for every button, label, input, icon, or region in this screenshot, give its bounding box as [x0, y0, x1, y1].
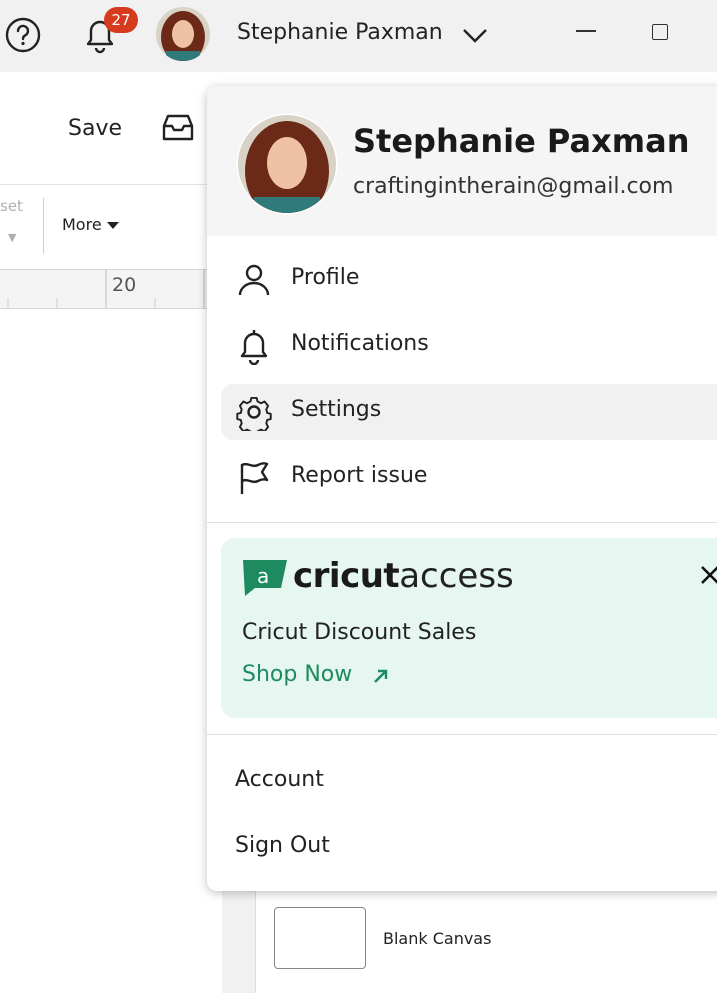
- cricut-access-promo[interactable]: a cricutaccess Cricut Discount Sales Sho…: [221, 538, 717, 718]
- help-icon[interactable]: [4, 16, 42, 54]
- ruler-number: 20: [112, 274, 137, 296]
- toolbar-divider: [43, 198, 44, 254]
- menu-item-sign-out[interactable]: Sign Out: [235, 833, 330, 858]
- menu-item-label: Report issue: [291, 463, 428, 488]
- blank-canvas-thumbnail[interactable]: [274, 907, 366, 969]
- close-icon[interactable]: [699, 564, 717, 586]
- notification-count-badge: 27: [104, 7, 138, 33]
- shop-now-link[interactable]: Shop Now: [242, 662, 352, 687]
- caret-down-icon[interactable]: [107, 222, 119, 229]
- blank-canvas-label[interactable]: Blank Canvas: [383, 929, 491, 948]
- avatar[interactable]: [156, 7, 210, 61]
- maximize-button[interactable]: [652, 24, 668, 40]
- cricut-access-logo-icon: a: [243, 560, 287, 596]
- menu-divider: [207, 522, 717, 523]
- menu-user-name: Stephanie Paxman: [353, 122, 690, 160]
- menu-item-account[interactable]: Account: [235, 767, 324, 792]
- menu-item-settings[interactable]: Settings: [221, 384, 717, 440]
- offset-label-partial: set: [0, 197, 23, 215]
- menu-divider: [207, 734, 717, 735]
- menu-item-label: Profile: [291, 265, 360, 290]
- bell-icon: [240, 330, 268, 365]
- gear-icon: [236, 396, 272, 431]
- inbox-icon[interactable]: [160, 112, 196, 144]
- menu-item-profile[interactable]: Profile: [221, 252, 717, 308]
- more-button[interactable]: More: [62, 215, 102, 234]
- save-button[interactable]: Save: [68, 116, 122, 141]
- cricut-access-brand: cricutaccess: [293, 556, 514, 596]
- minimize-button[interactable]: [576, 30, 596, 32]
- account-name[interactable]: Stephanie Paxman: [237, 20, 443, 45]
- menu-item-label: Settings: [291, 397, 382, 422]
- flag-icon: [240, 462, 269, 494]
- user-icon: [238, 264, 270, 296]
- menu-item-label: Notifications: [291, 331, 429, 356]
- promo-title: Cricut Discount Sales: [242, 620, 477, 645]
- external-arrow-icon[interactable]: [371, 666, 391, 686]
- menu-item-report-issue[interactable]: Report issue: [221, 450, 717, 506]
- menu-user-email: craftingintherain@gmail.com: [353, 174, 674, 199]
- chevron-down-icon[interactable]: [462, 26, 488, 44]
- offset-dropdown-arrow: ▼: [8, 231, 17, 244]
- svg-text:a: a: [257, 564, 269, 588]
- menu-item-notifications[interactable]: Notifications: [221, 318, 717, 374]
- avatar: [236, 113, 338, 215]
- account-menu: Stephanie Paxman craftingintherain@gmail…: [207, 86, 717, 891]
